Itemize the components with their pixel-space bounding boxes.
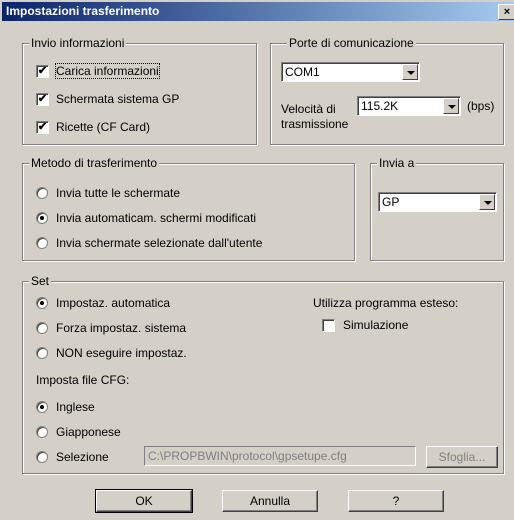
ricette-label[interactable]: Ricette (CF Card) bbox=[56, 120, 150, 134]
porte-comunicazione-legend: Porte di comunicazione bbox=[287, 36, 416, 50]
metodo-trasferimento-legend: Metodo di trasferimento bbox=[29, 156, 160, 170]
speed-select[interactable]: 115.2K bbox=[357, 96, 461, 116]
giapponese-label[interactable]: Giapponese bbox=[56, 425, 121, 439]
speed-label-line2: trasmissione bbox=[281, 117, 349, 131]
chevron-down-icon[interactable] bbox=[402, 64, 418, 80]
inglese-radio[interactable] bbox=[36, 401, 48, 413]
simulazione-checkbox[interactable] bbox=[322, 319, 335, 332]
chevron-down-icon[interactable] bbox=[479, 194, 495, 210]
browse-button[interactable]: Sfoglia... bbox=[426, 446, 498, 468]
inglese-label[interactable]: Inglese bbox=[56, 400, 95, 414]
forza-impostaz-label[interactable]: Forza impostaz. sistema bbox=[56, 321, 186, 335]
invio-informazioni-legend: Invio informazioni bbox=[29, 36, 127, 50]
invia-a-select-value: GP bbox=[382, 195, 400, 209]
programma-esteso-label: Utilizza programma esteso: bbox=[313, 296, 459, 310]
invia-modificati-label[interactable]: Invia automaticam. schermi modificati bbox=[56, 211, 256, 225]
ricette-checkbox[interactable]: ✔ bbox=[36, 121, 49, 134]
port-select-value: COM1 bbox=[285, 65, 320, 79]
invia-selezionate-label[interactable]: Invia schermate selezionate dall'utente bbox=[56, 236, 262, 250]
forza-impostaz-radio[interactable] bbox=[36, 322, 48, 334]
close-icon[interactable]: × bbox=[498, 4, 514, 20]
invia-selezionate-radio[interactable] bbox=[36, 237, 48, 249]
schermata-sistema-checkbox[interactable]: ✔ bbox=[36, 93, 49, 106]
invia-modificati-radio[interactable] bbox=[36, 212, 48, 224]
invia-a-select[interactable]: GP bbox=[378, 192, 497, 212]
speed-label-line1: Velocità di bbox=[281, 102, 336, 116]
cfg-file-label: Imposta file CFG: bbox=[36, 373, 130, 387]
speed-unit-label: (bps) bbox=[467, 99, 495, 113]
chevron-down-icon[interactable] bbox=[443, 98, 459, 114]
selezione-label[interactable]: Selezione bbox=[56, 450, 109, 464]
schermata-sistema-label[interactable]: Schermata sistema GP bbox=[56, 92, 179, 106]
invia-a-legend: Invia a bbox=[377, 156, 417, 170]
giapponese-radio[interactable] bbox=[36, 426, 48, 438]
cfg-path-field[interactable]: C:\PROPBWIN\protocol\gpsetupe.cfg bbox=[144, 446, 416, 466]
title-bar: Impostazioni trasferimento × bbox=[2, 2, 514, 21]
port-select[interactable]: COM1 bbox=[281, 62, 420, 82]
carica-informazioni-checkbox[interactable]: ✔ bbox=[36, 65, 49, 78]
ok-button[interactable]: OK bbox=[95, 489, 193, 513]
simulazione-label[interactable]: Simulazione bbox=[343, 318, 408, 332]
invia-tutte-label[interactable]: Invia tutte le schermate bbox=[56, 186, 180, 200]
cancel-button[interactable]: Annulla bbox=[222, 490, 318, 512]
dialog-title: Impostazioni trasferimento bbox=[6, 4, 160, 18]
non-eseguire-radio[interactable] bbox=[36, 347, 48, 359]
impostaz-automatica-radio[interactable] bbox=[36, 297, 48, 309]
impostaz-automatica-label[interactable]: Impostaz. automatica bbox=[56, 296, 170, 310]
speed-select-value: 115.2K bbox=[361, 99, 399, 113]
transfer-settings-dialog: Impostazioni trasferimento × Invio infor… bbox=[0, 0, 514, 520]
non-eseguire-label[interactable]: NON eseguire impostaz. bbox=[56, 346, 187, 360]
invia-tutte-radio[interactable] bbox=[36, 187, 48, 199]
help-button[interactable]: ? bbox=[348, 490, 444, 512]
selezione-radio[interactable] bbox=[36, 451, 48, 463]
set-legend: Set bbox=[29, 274, 52, 288]
carica-informazioni-label[interactable]: Carica informazioni bbox=[55, 63, 160, 79]
invia-a-group: Invia a bbox=[370, 156, 504, 261]
